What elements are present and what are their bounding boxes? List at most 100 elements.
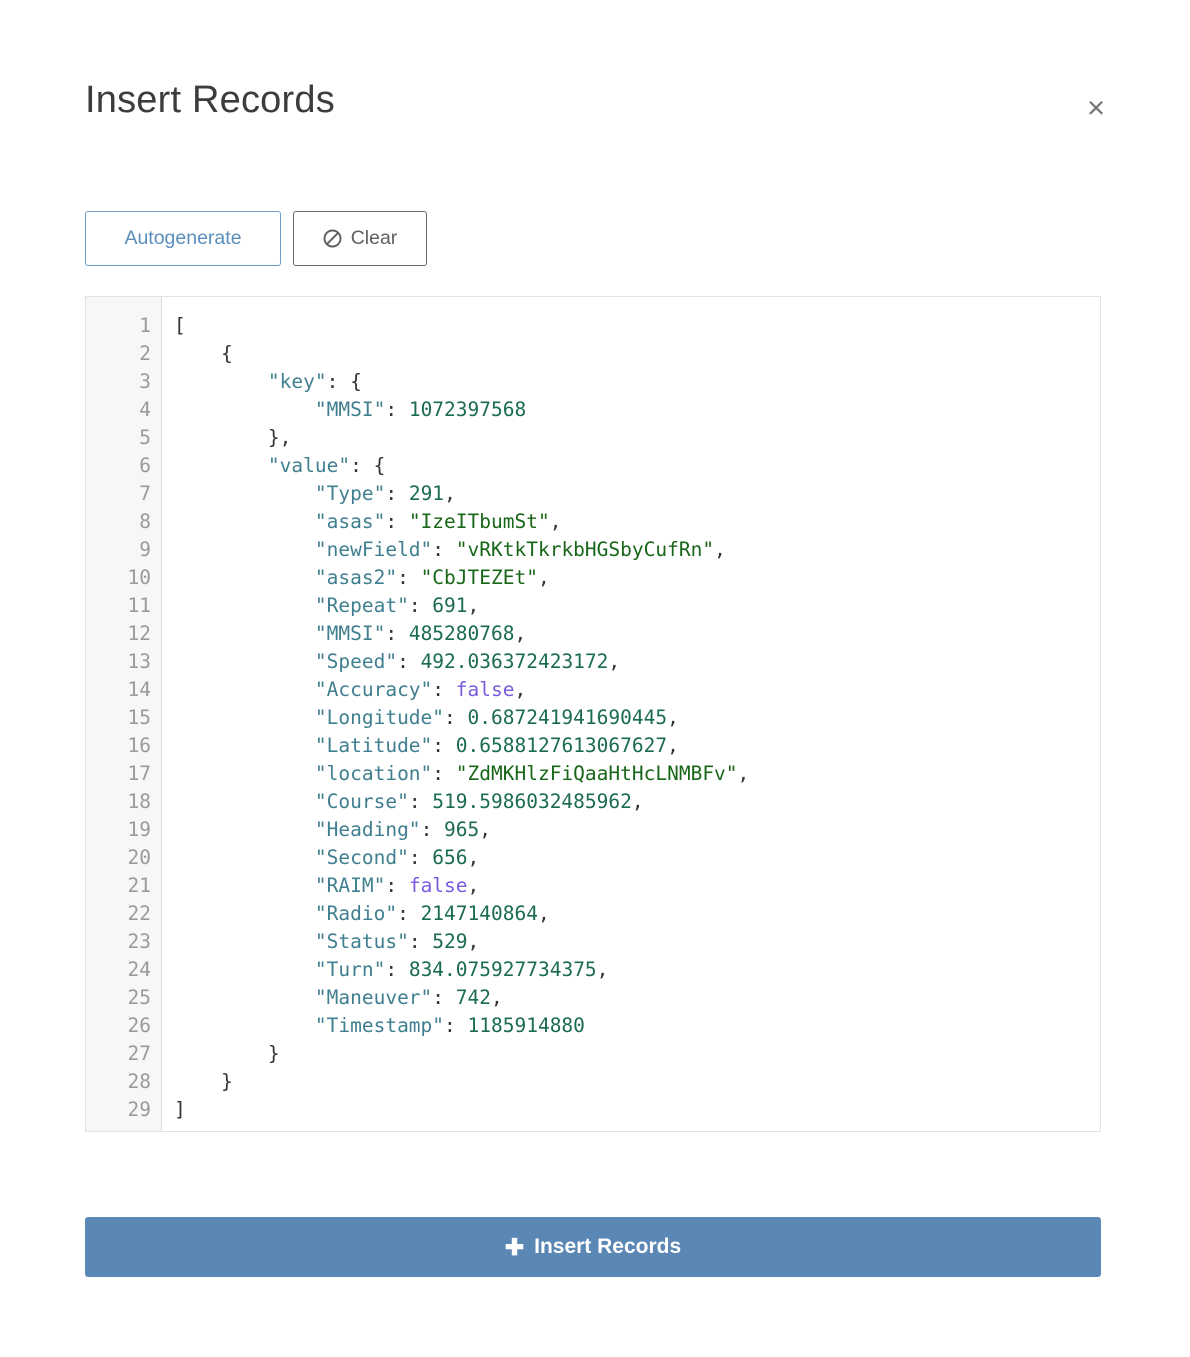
code-line: "Accuracy": false, <box>174 676 1100 704</box>
code-line: "Second": 656, <box>174 844 1100 872</box>
code-line: "Course": 519.5986032485962, <box>174 788 1100 816</box>
code-token-key: "value" <box>267 454 351 477</box>
code-line: } <box>174 1040 1100 1068</box>
code-token-key: "MMSI" <box>314 398 386 421</box>
code-token-num: 691 <box>432 594 468 617</box>
code-token-key: "Maneuver" <box>314 986 433 1009</box>
close-icon[interactable]: × <box>1074 86 1118 130</box>
code-token-punct: , <box>667 706 679 729</box>
code-token-key: "Repeat" <box>314 594 409 617</box>
code-token-punct: : <box>420 818 445 841</box>
code-line: "MMSI": 1072397568 <box>174 396 1100 424</box>
code-token-key: "Speed" <box>314 650 398 673</box>
code-token-key: "Status" <box>314 930 409 953</box>
code-token-punct: , <box>491 986 503 1009</box>
code-token-punct <box>174 986 315 1009</box>
line-number: 16 <box>127 734 151 757</box>
line-number: 22 <box>127 902 151 925</box>
code-token-str: "vRKtkTkrkbHGSbyCufRn" <box>455 538 715 561</box>
code-token-key: "Second" <box>314 846 409 869</box>
line-number-gutter: 1 2 3 4 5 6 7 8 9 10 11 12 13 14 15 16 17 18 19 20 21 22 23 24 2… <box>86 297 162 1131</box>
code-token-punct: : <box>408 594 433 617</box>
line-number: 28 <box>127 1070 151 1093</box>
code-line: "Type": 291, <box>174 480 1100 508</box>
code-token-num: 2147140864 <box>420 902 538 925</box>
code-token-punct: , <box>514 622 527 645</box>
code-line: "Speed": 492.036372423172, <box>174 648 1100 676</box>
code-token-punct <box>174 650 315 673</box>
code-token-punct <box>174 678 315 701</box>
code-token-punct <box>174 790 315 813</box>
code-token-str: "IzeITbumSt" <box>408 510 550 533</box>
code-token-punct <box>174 370 268 393</box>
code-content[interactable]: [ { "key": { "MMSI": 1072397568 }, "valu… <box>162 297 1100 1131</box>
code-token-punct <box>174 818 315 841</box>
code-token-punct: : <box>432 538 456 561</box>
line-number: 10 <box>127 566 151 589</box>
code-token-punct: { <box>174 342 233 365</box>
code-token-punct: } <box>174 1042 280 1065</box>
code-token-key: "Type" <box>314 482 386 505</box>
code-line: "asas": "IzeITbumSt", <box>174 508 1100 536</box>
autogenerate-button[interactable]: Autogenerate <box>85 211 281 266</box>
code-line: "newField": "vRKtkTkrkbHGSbyCufRn", <box>174 536 1100 564</box>
code-token-punct: : <box>385 398 409 421</box>
code-token-num: 1185914880 <box>467 1014 585 1037</box>
line-number: 26 <box>127 1014 151 1037</box>
line-number: 2 <box>139 342 151 365</box>
json-code-editor[interactable]: 1 2 3 4 5 6 7 8 9 10 11 12 13 14 15 16 17 18 19 20 21 22 23 24 2… <box>85 296 1101 1132</box>
code-token-punct: , <box>608 650 621 673</box>
code-token-num: 492.036372423172 <box>420 650 609 673</box>
code-line: }, <box>174 424 1100 452</box>
line-number: 29 <box>127 1098 151 1121</box>
code-token-key: "MMSI" <box>314 622 386 645</box>
code-token-punct: , <box>549 510 562 533</box>
code-token-punct: , <box>537 902 550 925</box>
line-number: 9 <box>139 538 151 561</box>
line-number: 12 <box>127 622 151 645</box>
line-number: 5 <box>139 426 151 449</box>
code-token-punct: : <box>432 986 456 1009</box>
code-line: [ <box>174 312 1100 340</box>
code-line: "Longitude": 0.687241941690445, <box>174 704 1100 732</box>
code-token-punct <box>174 510 315 533</box>
line-number: 27 <box>127 1042 151 1065</box>
code-token-punct: : <box>408 790 433 813</box>
code-token-punct: , <box>479 818 492 841</box>
code-token-punct <box>174 706 315 729</box>
line-number: 25 <box>127 986 151 1009</box>
line-number: 20 <box>127 846 151 869</box>
line-number: 6 <box>139 454 151 477</box>
code-token-punct: : <box>397 650 421 673</box>
code-token-num: 529 <box>432 930 468 953</box>
code-token-num: 742 <box>455 986 492 1009</box>
code-token-punct <box>174 538 315 561</box>
line-number: 19 <box>127 818 151 841</box>
line-number: 21 <box>127 874 151 897</box>
code-token-punct <box>174 874 315 897</box>
code-token-punct: : <box>444 706 468 729</box>
code-token-punct: , <box>714 538 726 561</box>
code-token-punct: : <box>397 566 421 589</box>
code-token-key: "Heading" <box>314 818 421 841</box>
modal-header: Insert Records × <box>0 0 1190 180</box>
code-line: "Repeat": 691, <box>174 592 1100 620</box>
code-token-punct <box>174 1014 315 1037</box>
clear-button[interactable]: Clear <box>293 211 427 266</box>
code-token-punct: [ <box>174 314 186 337</box>
code-token-punct: : <box>408 846 433 869</box>
insert-records-button[interactable]: ✚ Insert Records <box>85 1217 1101 1277</box>
code-token-punct: : <box>385 482 409 505</box>
ban-icon <box>323 229 342 248</box>
code-token-key: "location" <box>314 762 433 785</box>
code-line: "Heading": 965, <box>174 816 1100 844</box>
code-token-punct: , <box>514 678 527 701</box>
code-token-key: "Turn" <box>314 958 386 981</box>
code-token-punct <box>174 734 315 757</box>
code-token-str: "CbJTEZEt" <box>420 566 538 589</box>
code-token-punct: , <box>467 930 480 953</box>
clear-button-label: Clear <box>350 227 398 249</box>
code-token-punct: : <box>408 930 433 953</box>
line-number: 14 <box>127 678 151 701</box>
code-token-str: "ZdMKHlzFiQaaHtHcLNMBFv" <box>455 762 738 785</box>
